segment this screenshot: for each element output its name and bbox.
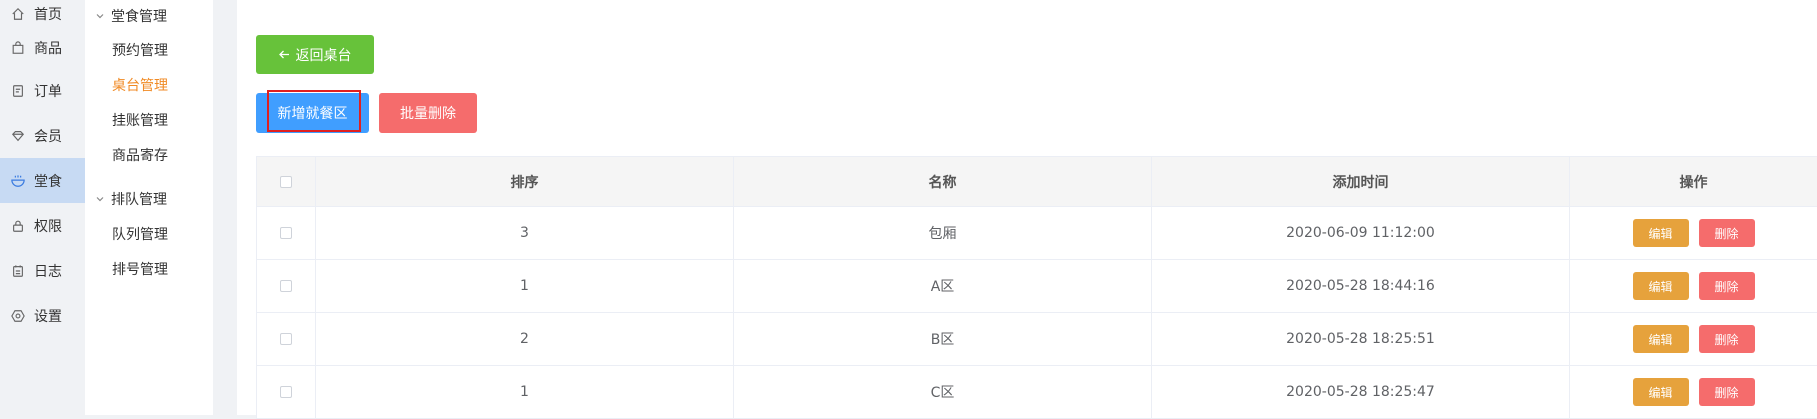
subnav-item-credit[interactable]: 挂账管理: [85, 102, 213, 137]
batch-delete-button[interactable]: 批量删除: [379, 93, 477, 133]
nav-item-label: 商品: [34, 41, 62, 57]
secondary-sidebar: 堂食管理 预约管理 桌台管理 挂账管理 商品寄存 排队管理 队列管理 排号管理: [85, 0, 213, 415]
nav-group-queue[interactable]: 排队管理: [85, 182, 213, 216]
calendar-icon: [10, 263, 26, 279]
chevron-down-icon: [95, 194, 105, 204]
cell-name: A区: [734, 260, 1152, 312]
cell-added-time: 2020-05-28 18:25:47: [1152, 366, 1570, 418]
batch-delete-label: 批量删除: [400, 106, 456, 122]
cell-actions: 编辑 删除: [1570, 366, 1817, 418]
add-dining-area-button[interactable]: 新增就餐区: [256, 90, 369, 133]
nav-item-label: 权限: [34, 218, 62, 235]
cell-added-time: 2020-05-28 18:25:51: [1152, 313, 1570, 365]
cell-actions: 编辑 删除: [1570, 207, 1817, 259]
nav-group-title: 排队管理: [111, 192, 167, 208]
nav-item-label: 首页: [34, 7, 62, 23]
nav-item-orders[interactable]: 订单: [0, 68, 85, 113]
cell-name: 包厢: [734, 207, 1152, 259]
nav-item-label: 堂食: [34, 173, 62, 190]
subnav-item-ticket[interactable]: 排号管理: [85, 251, 213, 286]
arrow-left-icon: [278, 47, 290, 63]
subnav-item-reservations[interactable]: 预约管理: [85, 32, 213, 67]
nav-item-products[interactable]: 商品: [0, 28, 85, 68]
nav-item-label: 订单: [34, 83, 62, 100]
edit-button[interactable]: 编辑: [1632, 219, 1689, 247]
settings-icon: [10, 308, 26, 324]
table-header: 排序 名称 添加时间 操作: [256, 157, 1817, 207]
shopping-bag-icon: [10, 40, 26, 56]
select-all-checkbox[interactable]: [280, 175, 292, 188]
subnav-item-tables[interactable]: 桌台管理: [85, 67, 213, 102]
header-actions: 操作: [1679, 174, 1708, 191]
delete-button[interactable]: 删除: [1698, 325, 1755, 353]
row-select-cell: [256, 366, 316, 418]
row-checkbox[interactable]: [280, 386, 292, 398]
row-select-cell: [256, 260, 316, 312]
edit-button[interactable]: 编辑: [1632, 272, 1689, 300]
nav-item-label: 会员: [34, 128, 62, 145]
nav-item-permissions[interactable]: 权限: [0, 203, 85, 248]
nav-item-label: 设置: [34, 308, 62, 325]
header-select-cell: [256, 157, 316, 206]
dining-area-table: 排序 名称 添加时间 操作 3 包厢 2020-06-09 11:12:00 编…: [256, 156, 1817, 419]
nav-item-settings[interactable]: 设置: [0, 293, 85, 338]
row-select-cell: [256, 313, 316, 365]
header-order: 排序: [316, 157, 734, 206]
table-row: 1 C区 2020-05-28 18:25:47 编辑 删除: [256, 366, 1817, 419]
nav-group-title: 堂食管理: [111, 9, 167, 25]
cell-name: C区: [734, 366, 1152, 418]
cell-order: 1: [316, 260, 734, 312]
lock-icon: [10, 218, 26, 234]
header-name: 名称: [734, 157, 1152, 206]
edit-button[interactable]: 编辑: [1632, 325, 1689, 353]
table-row: 3 包厢 2020-06-09 11:12:00 编辑 删除: [256, 207, 1817, 260]
subnav-item-queue-list[interactable]: 队列管理: [85, 216, 213, 251]
back-to-tables-button[interactable]: 返回桌台: [256, 35, 374, 74]
gutter: [213, 0, 237, 415]
delete-button[interactable]: 删除: [1698, 378, 1755, 406]
table-row: 2 B区 2020-05-28 18:25:51 编辑 删除: [256, 313, 1817, 366]
cell-actions: 编辑 删除: [1570, 260, 1817, 312]
table-row: 1 A区 2020-05-28 18:44:16 编辑 删除: [256, 260, 1817, 313]
nav-item-home[interactable]: 首页: [0, 0, 85, 28]
main-content: 返回桌台 新增就餐区 批量删除 排序 名称 添加时间 操作 3 包厢 2020-…: [237, 0, 1817, 419]
row-checkbox[interactable]: [280, 227, 292, 239]
cell-added-time: 2020-05-28 18:44:16: [1152, 260, 1570, 312]
cell-added-time: 2020-06-09 11:12:00: [1152, 207, 1570, 259]
delete-button[interactable]: 删除: [1698, 219, 1755, 247]
nav-group-dine-in[interactable]: 堂食管理: [85, 0, 213, 32]
subnav-item-storage[interactable]: 商品寄存: [85, 137, 213, 172]
row-checkbox[interactable]: [280, 280, 292, 292]
edit-button[interactable]: 编辑: [1632, 378, 1689, 406]
cell-actions: 编辑 删除: [1570, 313, 1817, 365]
nav-item-dine-in[interactable]: 堂食: [0, 158, 85, 203]
row-select-cell: [256, 207, 316, 259]
cell-name: B区: [734, 313, 1152, 365]
cell-order: 1: [316, 366, 734, 418]
cell-order: 2: [316, 313, 734, 365]
delete-button[interactable]: 删除: [1698, 272, 1755, 300]
dine-in-icon: [10, 173, 26, 189]
primary-sidebar: 首页 商品 订单 会员 堂食 权限 日志 设置: [0, 0, 85, 415]
back-button-label: 返回桌台: [295, 47, 352, 64]
order-icon: [10, 83, 26, 99]
nav-item-label: 日志: [34, 263, 62, 280]
home-icon: [10, 6, 26, 22]
add-button-label: 新增就餐区: [277, 106, 348, 122]
cell-order: 3: [316, 207, 734, 259]
header-added-time: 添加时间: [1152, 157, 1570, 206]
diamond-icon: [10, 128, 26, 144]
nav-item-logs[interactable]: 日志: [0, 248, 85, 293]
nav-item-members[interactable]: 会员: [0, 113, 85, 158]
chevron-down-icon: [95, 11, 105, 21]
row-checkbox[interactable]: [280, 333, 292, 345]
